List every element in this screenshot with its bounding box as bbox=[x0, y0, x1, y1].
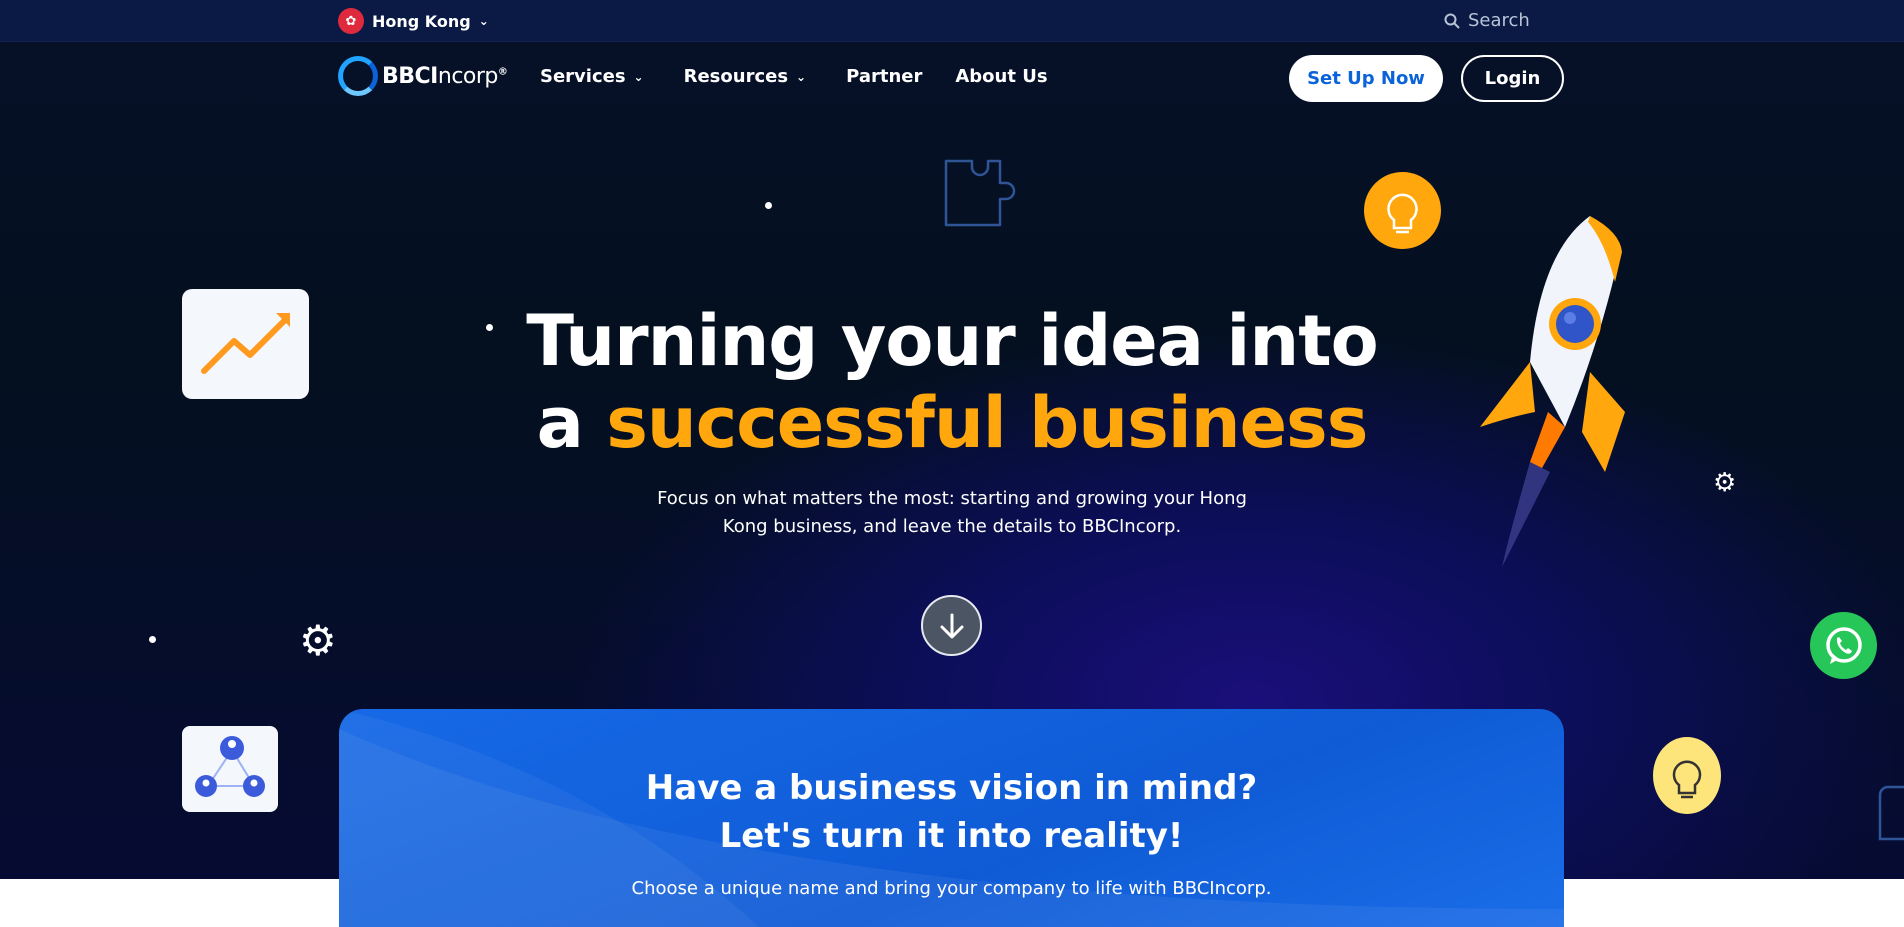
login-button[interactable]: Login bbox=[1461, 55, 1564, 102]
team-network-card bbox=[182, 726, 278, 812]
nav-partner[interactable]: Partner bbox=[846, 66, 922, 87]
scroll-down-button[interactable] bbox=[921, 595, 982, 656]
chevron-down-icon: ⌄ bbox=[796, 69, 807, 84]
lightbulb-icon bbox=[1653, 737, 1721, 814]
lightbulb-icon bbox=[1364, 172, 1441, 249]
decorative-dot bbox=[149, 636, 156, 643]
puzzle-piece-icon bbox=[1878, 785, 1904, 841]
region-selector[interactable]: ✿ Hong Kong ⌄ bbox=[338, 8, 489, 34]
logo-wordmark: BBCIncorp® bbox=[382, 63, 508, 89]
hong-kong-flag-icon: ✿ bbox=[338, 8, 364, 34]
search-placeholder[interactable]: Search bbox=[1468, 10, 1530, 31]
search-icon bbox=[1444, 13, 1460, 29]
nav-services[interactable]: Services ⌄ bbox=[540, 66, 644, 87]
nav-partner-label: Partner bbox=[846, 66, 923, 87]
hero-headline-line1: Turning your idea into bbox=[526, 300, 1379, 382]
brand-logo[interactable]: BBCIncorp® bbox=[338, 56, 508, 96]
hero-headline-line2: a successful business bbox=[0, 382, 1904, 464]
main-nav: Services ⌄ Resources ⌄ Partner About Us bbox=[540, 66, 1081, 87]
logo-registered-mark: ® bbox=[497, 66, 508, 78]
search-box[interactable]: Search bbox=[1444, 10, 1530, 31]
nav-services-label: Services bbox=[540, 66, 626, 87]
logo-thin-part: ncorp bbox=[437, 63, 499, 89]
team-network-icon bbox=[195, 736, 265, 797]
hero-headline: Turning your idea into a successful busi… bbox=[0, 300, 1904, 464]
logo-bold-part: BBCI bbox=[382, 63, 438, 89]
top-bar: ✿ Hong Kong ⌄ Search bbox=[0, 0, 1904, 42]
vision-subtitle: Choose a unique name and bring your comp… bbox=[631, 878, 1272, 899]
vision-title-line1: Have a business vision in mind? bbox=[645, 768, 1258, 808]
whatsapp-chat-button[interactable] bbox=[1810, 612, 1877, 679]
hero-headline-accent: successful business bbox=[606, 382, 1368, 464]
chevron-down-icon: ⌄ bbox=[478, 14, 489, 28]
arrow-down-icon bbox=[940, 613, 963, 638]
gear-icon: ⚙ bbox=[1713, 468, 1737, 498]
vision-title-line2: Let's turn it into reality! bbox=[719, 816, 1184, 856]
puzzle-piece-icon bbox=[944, 159, 1016, 227]
decorative-dot bbox=[765, 202, 772, 209]
business-vision-section: Have a business vision in mind? Let's tu… bbox=[339, 709, 1564, 927]
hero-subtitle: Focus on what matters the most: starting… bbox=[657, 488, 1247, 537]
hero-headline-plain: a bbox=[536, 382, 607, 464]
nav-about-label: About Us bbox=[955, 66, 1048, 87]
region-label: Hong Kong bbox=[372, 11, 471, 31]
nav-about-us[interactable]: About Us bbox=[955, 66, 1047, 87]
set-up-now-button[interactable]: Set Up Now bbox=[1289, 55, 1443, 102]
logo-ring-icon bbox=[338, 56, 378, 96]
chevron-down-icon: ⌄ bbox=[633, 69, 644, 84]
nav-resources[interactable]: Resources ⌄ bbox=[684, 66, 807, 87]
whatsapp-icon bbox=[1825, 626, 1862, 664]
gear-icon: ⚙ bbox=[299, 616, 337, 665]
nav-resources-label: Resources bbox=[683, 66, 789, 87]
vision-title: Have a business vision in mind? Let's tu… bbox=[339, 764, 1564, 860]
